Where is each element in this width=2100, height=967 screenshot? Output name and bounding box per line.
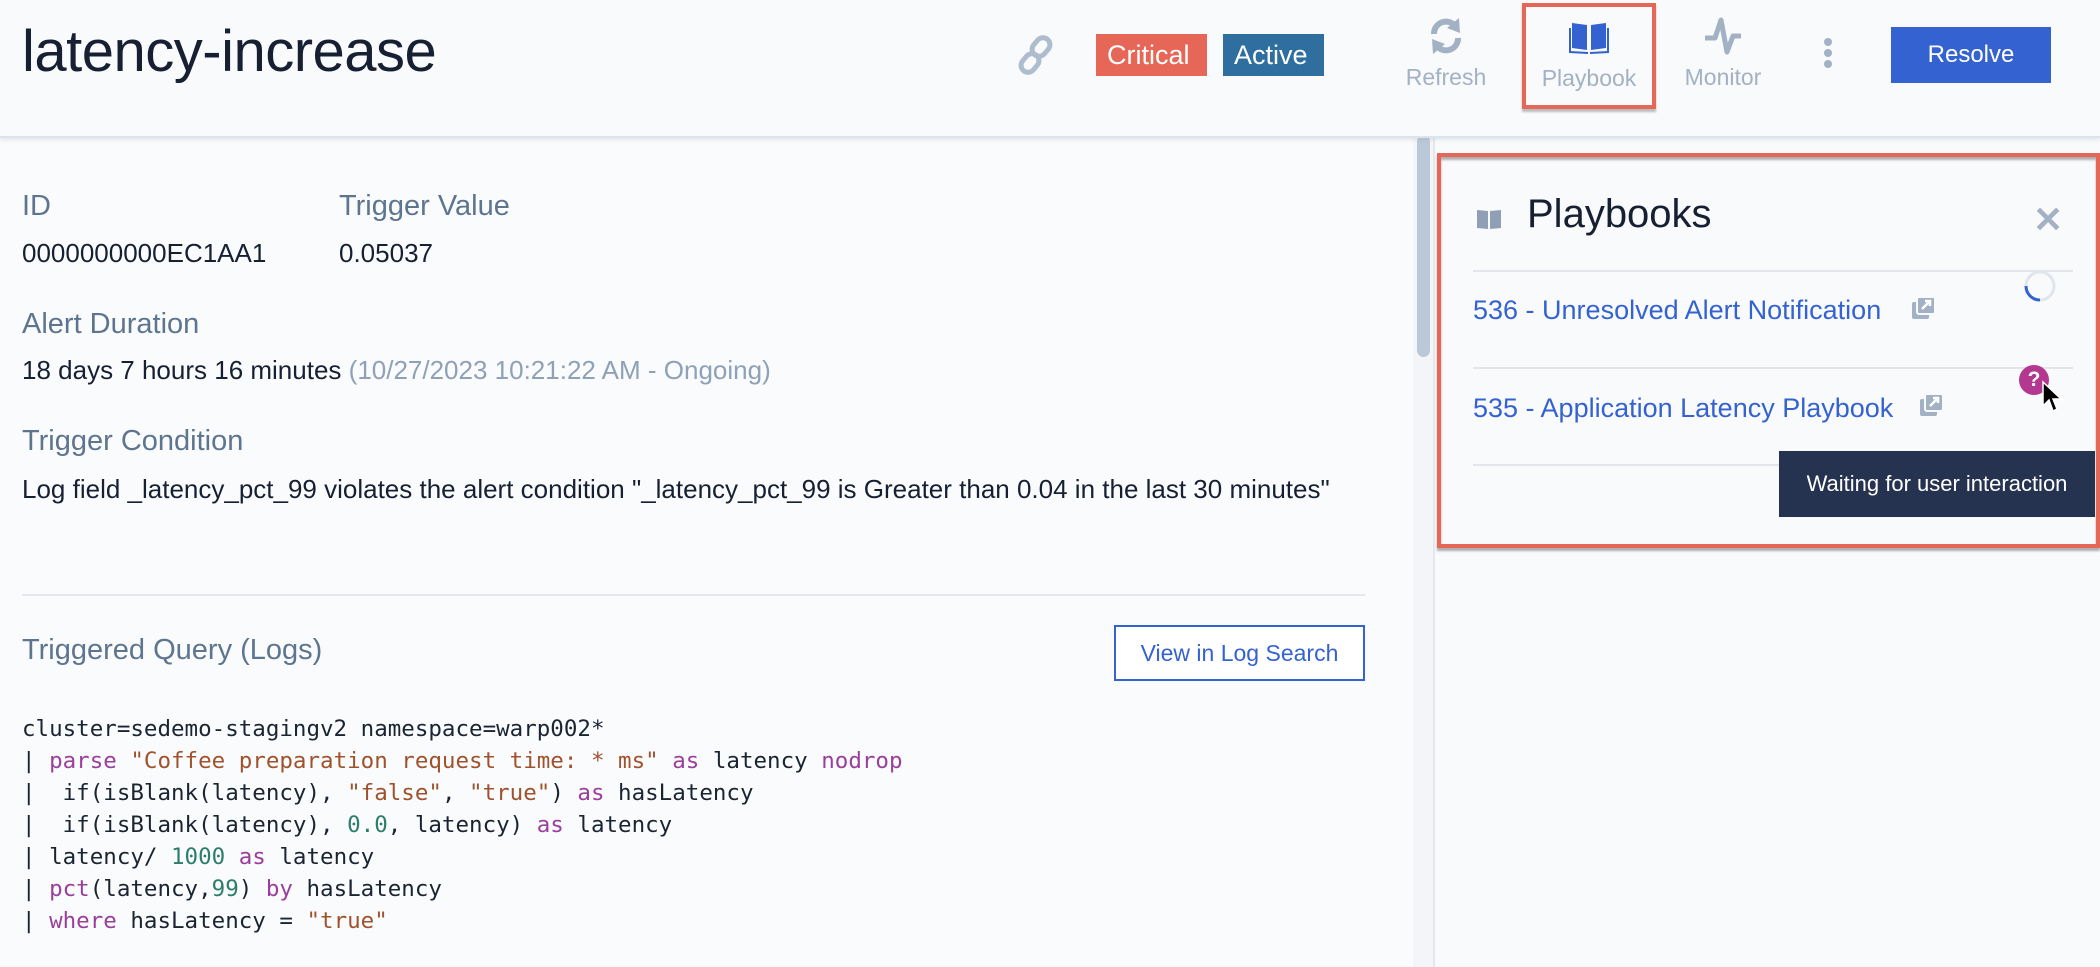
query-line: | if(isBlank(latency), 0.0, latency) as … — [22, 812, 673, 838]
query-line: | if(isBlank(latency), "false", "true") … — [22, 780, 754, 806]
query-line: | parse "Coffee preparation request time… — [22, 748, 903, 774]
kebab-vertical-icon[interactable] — [1818, 38, 1838, 72]
refresh-label: Refresh — [1405, 64, 1487, 90]
book-icon — [1477, 210, 1501, 229]
refresh-icon — [1431, 18, 1461, 54]
alert-details: ID 0000000000EC1AA1 Trigger Value 0.0503… — [0, 140, 1415, 967]
id-label: ID — [22, 190, 51, 222]
scrollbar-thumb[interactable] — [1417, 135, 1430, 357]
trigger-value-label: Trigger Value — [339, 190, 510, 222]
query-line: | where hasLatency = "true" — [22, 908, 388, 934]
playbook-button[interactable]: Playbook — [1522, 3, 1656, 109]
pulse-icon — [1705, 17, 1741, 55]
refresh-button[interactable]: Refresh — [1398, 6, 1494, 106]
close-icon[interactable]: ✕ — [2033, 199, 2063, 241]
spinner-icon — [2024, 270, 2056, 302]
view-in-log-search-button[interactable]: View in Log Search — [1114, 625, 1365, 681]
query-line: cluster=sedemo-stagingv2 namespace=warp0… — [22, 716, 605, 742]
playbooks-panel: Playbooks ✕ 536 - Unresolved Alert Notif… — [1433, 138, 2100, 967]
playbooks-title: Playbooks — [1527, 192, 1712, 236]
query-code: cluster=sedemo-stagingv2 namespace=warp0… — [22, 713, 903, 937]
monitor-button[interactable]: Monitor — [1676, 6, 1770, 106]
id-value: 0000000000EC1AA1 — [22, 238, 267, 268]
playbook-link[interactable]: 535 - Application Latency Playbook — [1473, 393, 1893, 423]
monitor-label: Monitor — [1684, 64, 1762, 90]
condition-value: Log field _latency_pct_99 violates the a… — [22, 474, 1330, 504]
status-tooltip: Waiting for user interaction — [1779, 451, 2095, 517]
external-link-icon[interactable] — [1911, 296, 1937, 320]
link-icon[interactable] — [1015, 33, 1057, 77]
playbooks-highlight: Playbooks ✕ 536 - Unresolved Alert Notif… — [1437, 153, 2100, 548]
severity-badge: Critical — [1096, 34, 1207, 76]
divider — [1473, 367, 2073, 369]
condition-label: Trigger Condition — [22, 425, 244, 457]
external-link-icon[interactable] — [1919, 393, 1945, 417]
page-title: latency-increase — [22, 19, 437, 84]
duration-label: Alert Duration — [22, 308, 200, 340]
playbook-label: Playbook — [1541, 65, 1637, 91]
duration-range: (10/27/2023 10:21:22 AM - Ongoing) — [348, 355, 771, 385]
divider — [1473, 270, 2073, 272]
mouse-cursor-icon — [2042, 380, 2063, 413]
playbook-link[interactable]: 536 - Unresolved Alert Notification — [1473, 295, 1881, 325]
status-badge: Active — [1223, 34, 1324, 76]
playbook-item[interactable]: 536 - Unresolved Alert Notification — [1473, 295, 1881, 326]
scrollbar[interactable] — [1413, 135, 1435, 967]
alert-header: latency-increase Critical Active Refresh… — [0, 0, 2100, 138]
query-line: | pct(latency,99) by hasLatency — [22, 876, 442, 902]
query-label: Triggered Query (Logs) — [22, 634, 323, 666]
playbook-item[interactable]: 535 - Application Latency Playbook — [1473, 393, 1893, 424]
trigger-value: 0.05037 — [339, 238, 433, 268]
book-icon — [1569, 23, 1609, 54]
section-divider — [22, 594, 1365, 596]
resolve-button[interactable]: Resolve — [1891, 27, 2051, 83]
duration-text: 18 days 7 hours 16 minutes — [22, 355, 342, 385]
query-line: | latency/ 1000 as latency — [22, 844, 375, 870]
duration-value: 18 days 7 hours 16 minutes (10/27/2023 1… — [22, 355, 771, 386]
